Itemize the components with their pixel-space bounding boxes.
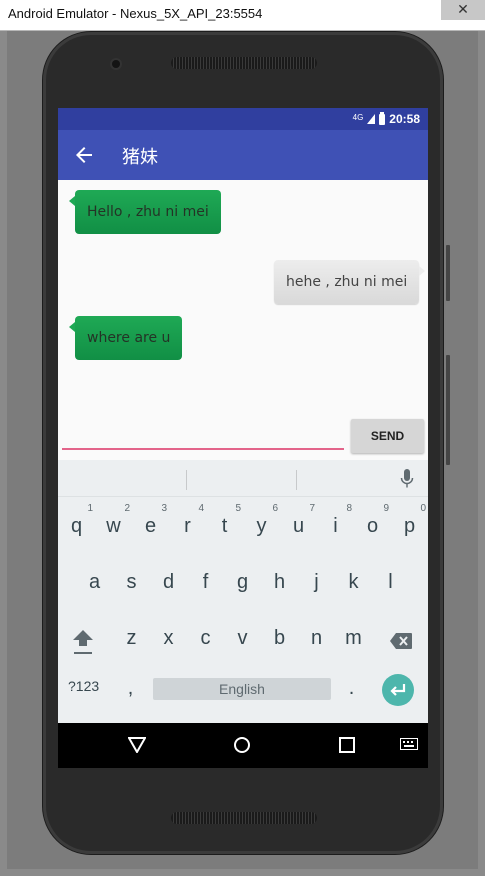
key-c[interactable]: c (187, 610, 224, 666)
key-hint: 8 (346, 503, 352, 514)
key-q[interactable]: q1 (58, 498, 95, 554)
power-button[interactable] (446, 245, 450, 301)
device-screen: 4G 20:58 猪妹 Hello , zhu ni mei hehe , zh… (58, 108, 428, 768)
backspace-icon[interactable] (389, 632, 413, 650)
message-list: Hello , zhu ni mei hehe , zhu ni mei whe… (58, 180, 428, 414)
received-message: where are u (68, 316, 183, 360)
key-hint: 7 (309, 503, 315, 514)
key-hint: 0 (420, 503, 426, 514)
received-message: Hello , zhu ni mei (69, 190, 221, 234)
top-speaker (171, 57, 317, 69)
key-label: o (366, 515, 379, 537)
send-button[interactable]: SEND (351, 419, 424, 453)
back-arrow-icon[interactable] (72, 143, 96, 167)
key-j[interactable]: j (298, 554, 335, 610)
key-hint: 5 (235, 503, 241, 514)
key-hint: 6 (272, 503, 278, 514)
key-u[interactable]: u7 (280, 498, 317, 554)
key-d[interactable]: d (150, 554, 187, 610)
conversation-title: 猪妹 (122, 147, 158, 168)
key-t[interactable]: t5 (206, 498, 243, 554)
key-b[interactable]: b (261, 610, 298, 666)
key-g[interactable]: g (224, 554, 261, 610)
battery-icon (379, 111, 386, 125)
message-input[interactable] (62, 420, 348, 450)
key-x[interactable]: x (150, 610, 187, 666)
key-v[interactable]: v (224, 610, 261, 666)
key-label: e (144, 515, 157, 537)
key-y[interactable]: y6 (243, 498, 280, 554)
suggestion-divider (296, 470, 297, 490)
nav-recents-icon[interactable] (339, 737, 355, 753)
key-r[interactable]: r4 (169, 498, 206, 554)
key-l[interactable]: l (372, 554, 409, 610)
keyboard-icon[interactable] (400, 738, 418, 750)
key-label: p (403, 515, 416, 537)
soft-keyboard: q1 w2 e3 r4 t5 y6 u7 i8 o9 p0 a s d f g … (58, 460, 428, 723)
key-hint: 3 (161, 503, 167, 514)
key-label: r (184, 515, 191, 537)
network-type: 4G (352, 112, 364, 122)
input-underline (62, 448, 344, 450)
navigation-bar (58, 723, 428, 768)
shift-icon[interactable] (72, 628, 94, 656)
key-label: u (292, 515, 305, 537)
key-hint: 9 (383, 503, 389, 514)
key-hint: 4 (198, 503, 204, 514)
suggestion-strip (58, 460, 428, 497)
key-n[interactable]: n (298, 610, 335, 666)
key-z[interactable]: z (113, 610, 150, 666)
symbols-key[interactable]: ?123 (68, 678, 99, 694)
enter-key[interactable] (382, 674, 414, 706)
key-s[interactable]: s (113, 554, 150, 610)
key-w[interactable]: w2 (95, 498, 132, 554)
key-m[interactable]: m (335, 610, 372, 666)
bottom-speaker (171, 812, 317, 824)
key-h[interactable]: h (261, 554, 298, 610)
key-a[interactable]: a (76, 554, 113, 610)
key-k[interactable]: k (335, 554, 372, 610)
key-label: q (70, 515, 83, 537)
mic-icon[interactable] (400, 468, 414, 490)
key-hint: 1 (87, 503, 93, 514)
app-bar: 猪妹 (58, 130, 428, 180)
nav-back-icon[interactable] (128, 737, 146, 753)
front-camera (112, 60, 120, 68)
volume-button[interactable] (446, 355, 450, 465)
emulator-title-bar: Android Emulator - Nexus_5X_API_23:5554 … (0, 0, 485, 31)
nav-home-icon[interactable] (233, 736, 251, 754)
key-p[interactable]: p0 (391, 498, 428, 554)
suggestion-divider (186, 470, 187, 490)
key-f[interactable]: f (187, 554, 224, 610)
key-o[interactable]: o9 (354, 498, 391, 554)
key-label: y (256, 515, 267, 537)
status-time: 20:58 (389, 112, 420, 126)
sent-message: hehe , zhu ni mei (274, 260, 426, 304)
signal-icon (367, 114, 376, 124)
enter-icon (390, 684, 406, 696)
space-bar[interactable]: English (153, 678, 331, 700)
status-bar: 4G 20:58 (58, 108, 428, 130)
period-key[interactable]: . (333, 660, 370, 716)
comma-key[interactable]: , (112, 660, 149, 716)
key-hint: 2 (124, 503, 130, 514)
key-label: w (106, 515, 121, 537)
key-label: i (333, 515, 338, 537)
key-e[interactable]: e3 (132, 498, 169, 554)
key-i[interactable]: i8 (317, 498, 354, 554)
window-close-button[interactable]: ✕ (441, 0, 485, 20)
emulator-window-title: Android Emulator - Nexus_5X_API_23:5554 (8, 6, 263, 21)
key-label: t (221, 515, 228, 537)
